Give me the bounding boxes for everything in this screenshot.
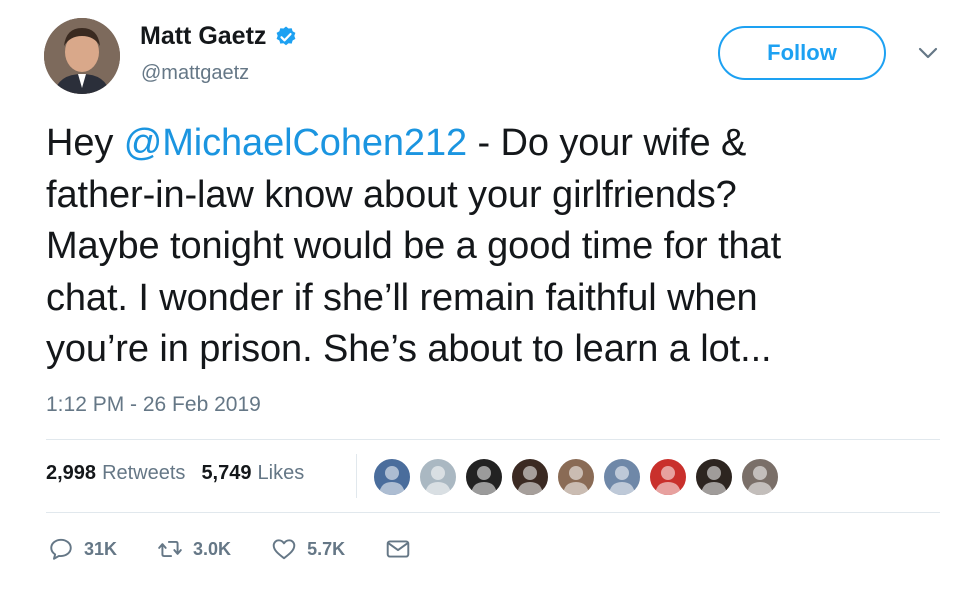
liker-avatar[interactable] [418,457,458,497]
verified-badge-icon [277,26,296,45]
user-silhouette-icon [609,466,635,495]
tweet-actions: 31K 3.0K 5.7K [48,536,451,562]
user-silhouette-icon [747,466,773,495]
user-silhouette-icon [471,466,497,495]
retweet-icon [158,540,182,558]
like-button[interactable]: 5.7K [271,536,345,562]
liker-avatar[interactable] [648,457,688,497]
chevron-down-icon[interactable] [918,46,938,60]
tweet-line: chat. I wonder if she’ll remain faithful… [46,276,758,319]
heart-icon [272,539,296,560]
divider [46,439,940,440]
user-handle[interactable]: @mattgaetz [141,62,249,85]
reply-button[interactable]: 31K [48,536,117,562]
tweet-line: Maybe tonight would be a good time for t… [46,225,782,267]
liker-avatar[interactable] [694,457,734,497]
liker-avatars [372,457,786,497]
user-silhouette-icon [701,466,727,495]
engagement-stats: 2,998 Retweets 5,749 Likes [46,462,320,485]
tweet-line: father-in-law know about your girlfriend… [46,173,737,216]
user-silhouette-icon [563,466,589,495]
user-name[interactable]: Matt Gaetz [140,22,266,51]
retweets-stat[interactable]: 2,998 Retweets [46,462,185,485]
tweet-line: Hey @MichaelCohen212 - Do your wife & [46,122,747,164]
retweet-button[interactable]: 3.0K [157,536,231,562]
profile-photo-icon [44,18,120,94]
liker-avatar[interactable] [602,457,642,497]
follow-button[interactable]: Follow [718,26,886,80]
envelope-icon [386,540,410,558]
liker-avatar[interactable] [464,457,504,497]
likes-stat[interactable]: 5,749 Likes [201,462,304,485]
direct-message-button[interactable] [385,536,411,562]
user-silhouette-icon [379,466,405,495]
liker-avatar[interactable] [740,457,780,497]
reply-icon [50,538,72,560]
liker-avatar[interactable] [556,457,596,497]
liker-avatar[interactable] [510,457,550,497]
user-name-row: Matt Gaetz [140,22,298,51]
user-avatar[interactable] [44,18,120,94]
divider [46,512,940,513]
liker-avatar[interactable] [372,457,412,497]
user-silhouette-icon [655,466,681,495]
stats-separator [356,454,357,498]
tweet-timestamp[interactable]: 1:12 PM - 26 Feb 2019 [46,393,261,417]
tweet-text: Hey @MichaelCohen212 - Do your wife & fa… [46,118,946,376]
user-silhouette-icon [425,466,451,495]
mention-link[interactable]: @MichaelCohen212 [124,122,467,164]
tweet-line: you’re in prison. She’s about to learn a… [46,328,772,370]
user-silhouette-icon [517,466,543,495]
